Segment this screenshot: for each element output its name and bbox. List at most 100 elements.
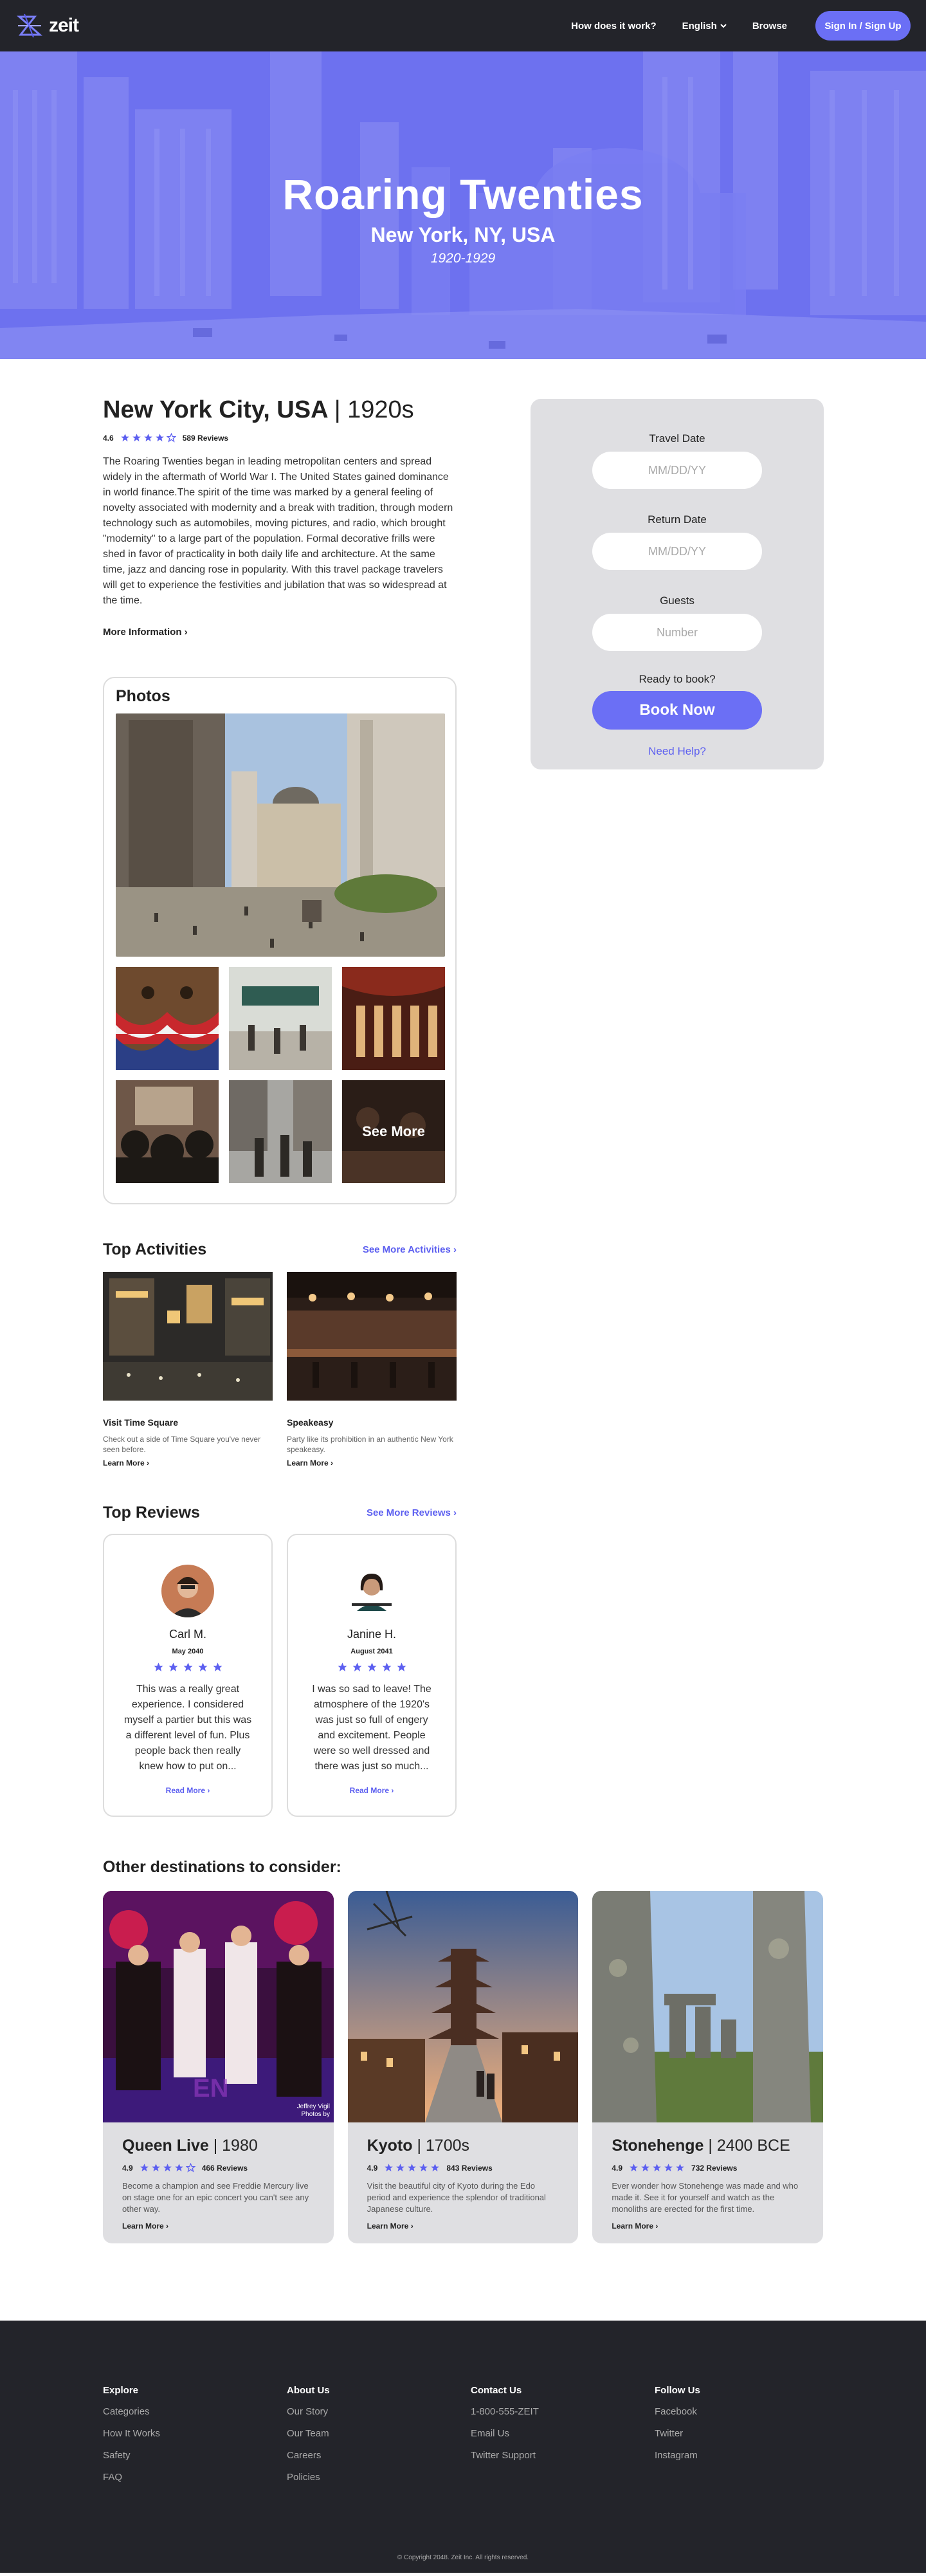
footer-link[interactable]: Policies (287, 2472, 471, 2483)
reviewer-photo (161, 1565, 214, 1617)
destination-card[interactable]: Kyoto | 1700s 4.9 843 Reviews Visit the … (347, 1891, 579, 2243)
footer-link[interactable]: Careers (287, 2450, 471, 2461)
copyright: © Copyright 2048. Zeit Inc. All rights r… (397, 2554, 529, 2561)
footer-heading: About Us (287, 2385, 330, 2396)
footer-link[interactable]: Categories (103, 2406, 287, 2417)
see-more-activities-link[interactable]: See More Activities › (363, 1244, 457, 1255)
star-icon (174, 2164, 183, 2172)
footer-link[interactable]: How It Works (103, 2428, 287, 2439)
destination-description: Become a champion and see Freddie Mercur… (122, 2181, 309, 2214)
destination-card[interactable]: EN Jeffrey Vigil Photos by Queen Live | … (103, 1891, 334, 2243)
learn-more-link[interactable]: Learn More › (612, 2222, 804, 2231)
booking-panel: Travel Date MM/DD/YY Return Date MM/DD/Y… (531, 399, 824, 769)
main-content: New York City, USA | 1920s 4.6 589 Revie… (0, 359, 926, 2243)
need-help-link[interactable]: Need Help? (648, 745, 706, 758)
other-destinations-section: Other destinations to consider: EN Jeffr… (103, 1858, 824, 2243)
activity-card[interactable]: Speakeasy Party like its prohibition in … (287, 1272, 457, 1467)
read-more-link[interactable]: Read More › (350, 1786, 394, 1795)
photo-thumb[interactable] (229, 1080, 332, 1183)
logo-text: zeit (49, 15, 79, 36)
photos-panel: Photos See More (103, 677, 457, 1204)
footer-link[interactable]: Email Us (471, 2428, 655, 2439)
learn-more-link[interactable]: Learn More › (103, 1458, 273, 1467)
nav-browse[interactable]: Browse (752, 21, 787, 32)
star-icon (664, 2164, 673, 2172)
learn-more-link[interactable]: Learn More › (122, 2222, 314, 2231)
return-date-input[interactable]: MM/DD/YY (592, 533, 762, 570)
footer-link[interactable]: FAQ (103, 2472, 287, 2483)
nav-language-select[interactable]: English (682, 21, 727, 32)
footer-link[interactable]: Safety (103, 2450, 287, 2461)
activity-card[interactable]: Visit Time Square Check out a side of Ti… (103, 1272, 273, 1467)
activity-image (287, 1272, 457, 1401)
chevron-down-icon (720, 23, 727, 28)
footer-link[interactable]: Facebook (655, 2406, 839, 2417)
signin-button[interactable]: Sign In / Sign Up (815, 11, 911, 41)
footer-link[interactable]: Our Team (287, 2428, 471, 2439)
zeit-logo-icon (17, 14, 42, 38)
photo-thumb[interactable] (229, 967, 332, 1070)
photo-thumb[interactable] (116, 1080, 219, 1183)
review-card: Janine H. August 2041 I was so sad to le… (287, 1534, 457, 1817)
destination-title: Kyoto | 1700s (367, 2137, 559, 2155)
read-more-link[interactable]: Read More › (166, 1786, 210, 1795)
guests-input[interactable]: Number (592, 614, 762, 651)
reviews-grid: Carl M. May 2040 This was a really great… (103, 1534, 457, 1817)
footer-link[interactable]: Instagram (655, 2450, 839, 2461)
destination-name: Stonehenge (612, 2137, 704, 2155)
zeit-logo[interactable]: zeit (15, 12, 79, 40)
star-icon (408, 2164, 417, 2172)
top-nav: zeit How does it work? English Browse Si… (0, 0, 926, 51)
star-icon (155, 434, 164, 442)
activity-title: Visit Time Square (103, 1417, 178, 1428)
see-more-reviews-link[interactable]: See More Reviews › (367, 1507, 457, 1518)
travel-date-label: Travel Date (649, 432, 705, 445)
star-icon (120, 434, 129, 442)
street-shops-image (229, 967, 332, 1070)
footer-columns: Explore Categories How It Works Safety F… (103, 2385, 839, 2494)
star-icon (143, 434, 152, 442)
photos-heading: Photos (116, 687, 170, 705)
destination-title: Queen Live | 1980 (122, 2137, 314, 2155)
star-icon (168, 1662, 178, 1671)
nav-how-it-works[interactable]: How does it work? (571, 21, 657, 32)
star-icon (153, 1662, 163, 1671)
photo-credit: Jeffrey Vigil Photos by (296, 2103, 330, 2118)
hero-title: Roaring Twenties (282, 170, 644, 218)
see-more-photos[interactable]: See More (342, 1080, 445, 1183)
hero-location: New York, NY, USA (370, 223, 556, 246)
reviewer-photo (345, 1565, 398, 1617)
destination-image (347, 1891, 579, 2122)
review-count: 589 Reviews (182, 433, 229, 443)
activities-header: Top Activities See More Activities › (103, 1240, 457, 1259)
footer-column-follow: Follow Us Facebook Twitter Instagram (655, 2385, 839, 2494)
concert-image: EN (103, 1891, 334, 2122)
destination-card[interactable]: Stonehenge | 2400 BCE 4.9 732 Reviews Ev… (592, 1891, 824, 2243)
star-icon (367, 1662, 377, 1671)
rating-stars (629, 2163, 685, 2173)
destination-name: Kyoto (367, 2137, 413, 2155)
footer-link[interactable]: Our Story (287, 2406, 471, 2417)
review-date: May 2040 (172, 1648, 204, 1655)
footer-link[interactable]: 1-800-555-ZEIT (471, 2406, 655, 2417)
star-icon (140, 2164, 149, 2172)
review-stars (104, 1662, 271, 1673)
star-icon (653, 2164, 661, 2172)
photo-thumb[interactable] (116, 967, 219, 1070)
travel-date-input[interactable]: MM/DD/YY (592, 452, 762, 489)
destination-body: Queen Live | 1980 4.9 466 Reviews Become… (103, 2122, 334, 2243)
review-card: Carl M. May 2040 This was a really great… (103, 1534, 273, 1817)
book-now-button[interactable]: Book Now (592, 691, 762, 730)
more-information-link[interactable]: More Information › (103, 627, 188, 638)
learn-more-link[interactable]: Learn More › (287, 1458, 457, 1467)
footer-heading: Contact Us (471, 2385, 522, 2396)
photo-thumb[interactable] (342, 967, 445, 1070)
activities-grid: Visit Time Square Check out a side of Ti… (103, 1272, 457, 1467)
reviews-heading: Top Reviews (103, 1504, 200, 1522)
main-photo[interactable] (116, 713, 445, 957)
star-icon (381, 1662, 392, 1671)
footer-link[interactable]: Twitter Support (471, 2450, 655, 2461)
learn-more-link[interactable]: Learn More › (367, 2222, 559, 2231)
footer-link[interactable]: Twitter (655, 2428, 839, 2439)
star-icon (352, 1662, 362, 1671)
